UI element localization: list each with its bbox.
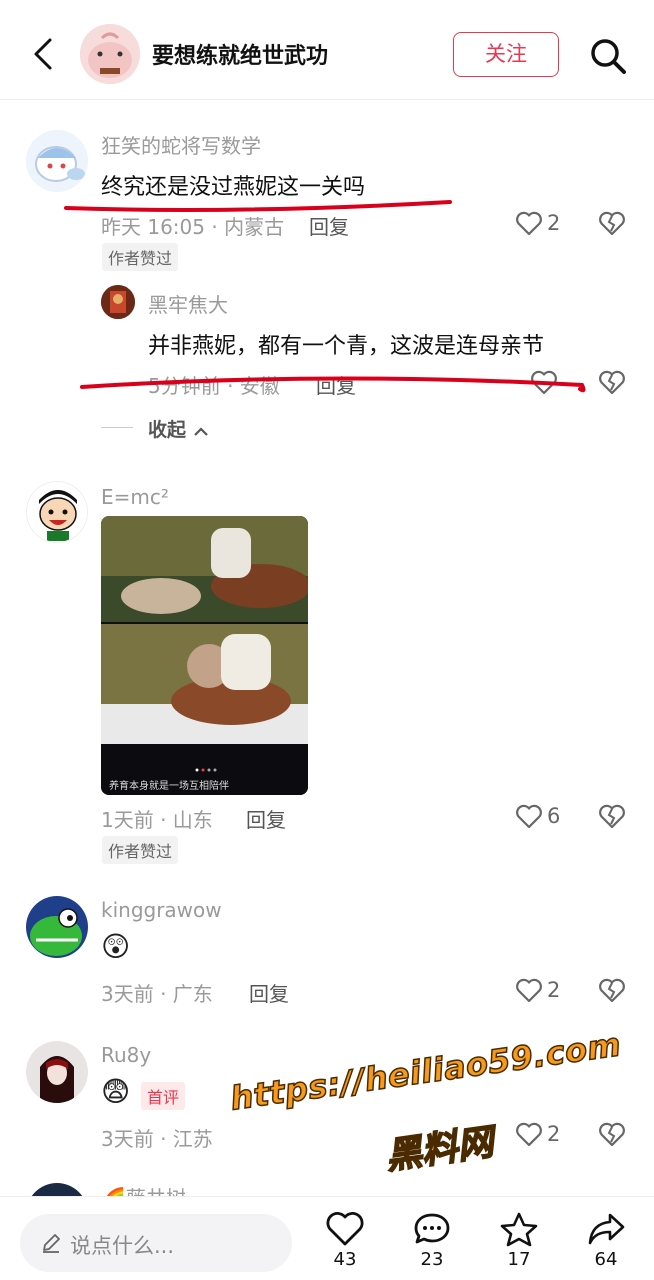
broken-heart-icon[interactable] (598, 802, 626, 830)
input-placeholder: 说点什么... (70, 1234, 175, 1258)
follow-button[interactable]: 关注 (453, 32, 559, 77)
comment-username[interactable]: E=mc² (101, 485, 169, 509)
share-icon (588, 1213, 625, 1245)
author-avatar[interactable] (80, 24, 140, 84)
comment-text: 终究还是没过燕妮这一关吗 (101, 175, 366, 200)
share-button[interactable]: 64 (581, 1211, 631, 1280)
avatar[interactable] (26, 896, 88, 958)
broken-heart-icon[interactable] (598, 976, 626, 1004)
author-liked-badge: 作者赞过 (102, 836, 179, 864)
comment-username[interactable]: kinggrawow (101, 898, 222, 922)
like-count: 6 (547, 804, 561, 828)
star-icon (500, 1212, 538, 1247)
heart-icon[interactable] (515, 1121, 543, 1147)
comment-meta: 3天前 · 江苏 (101, 1127, 213, 1151)
avatar[interactable] (26, 481, 88, 543)
comment-username[interactable]: Ru8y (101, 1043, 151, 1067)
reply-text: 并非燕妮，都有一个青，这波是连母亲节 (148, 334, 545, 359)
reply-button[interactable]: 回复 (316, 370, 356, 399)
emoji-surprised-icon: 😲 (101, 930, 131, 963)
broken-heart-icon[interactable] (598, 1120, 626, 1148)
reply-button[interactable]: 回复 (246, 804, 286, 833)
author-liked-badge: 作者赞过 (102, 243, 179, 271)
favorite-count: 17 (507, 1249, 531, 1270)
comment-meta: 昨天 16:05 · 内蒙古 (101, 215, 285, 239)
divider (101, 427, 133, 428)
back-icon[interactable] (28, 36, 58, 72)
pencil-icon (43, 1234, 60, 1253)
first-comment-badge: 首评 (141, 1082, 186, 1110)
page-title: 要想练就绝世武功 (152, 44, 329, 69)
heart-icon[interactable] (515, 210, 543, 236)
like-count: 2 (547, 211, 561, 235)
comment-input[interactable]: 说点什么... (20, 1214, 292, 1272)
comment-meta: 1天前 · 山东 (101, 808, 213, 832)
comment-count: 23 (420, 1249, 444, 1270)
avatar[interactable] (26, 130, 88, 192)
like-button[interactable]: 43 (320, 1211, 370, 1280)
heart-icon (326, 1212, 364, 1246)
bottom-action-bar: 说点什么... 43 23 17 64 (0, 1196, 654, 1280)
avatar[interactable] (101, 285, 135, 319)
collapse-replies-button[interactable]: 收起 (148, 415, 209, 442)
reply-button[interactable]: 回复 (249, 978, 289, 1007)
like-count: 43 (333, 1249, 357, 1270)
comment-button[interactable]: 23 (407, 1211, 457, 1280)
like-count: 2 (547, 978, 561, 1002)
reply-button[interactable]: 回复 (309, 211, 349, 240)
comment-username[interactable]: 狂笑的蛇将写数学 (101, 130, 261, 159)
chevron-up-icon (193, 426, 208, 436)
comment-bubble-icon (414, 1213, 450, 1244)
reply-meta: 5分钟前 · 安徽 (148, 374, 280, 398)
heart-icon[interactable] (515, 977, 543, 1003)
watermark-name: 黑料网 (383, 1121, 497, 1178)
like-count: 2 (547, 1122, 561, 1146)
emoji-fearful-icon: 😨 (101, 1075, 131, 1108)
comment-meta: 3天前 · 广东 (101, 982, 213, 1006)
collapse-label: 收起 (148, 419, 187, 441)
comment-image[interactable]: 养育本身就是一场互相陪伴 (101, 516, 308, 795)
top-bar: 要想练就绝世武功 关注 (0, 0, 654, 100)
watermark-url: https://heiliao59.com (227, 1024, 624, 1118)
heart-icon[interactable] (530, 369, 558, 395)
broken-heart-icon[interactable] (598, 368, 626, 396)
share-count: 64 (594, 1249, 618, 1270)
avatar[interactable] (26, 1041, 88, 1103)
reply-username[interactable]: 黑牢焦大 (148, 289, 228, 318)
image-caption: 养育本身就是一场互相陪伴 (109, 781, 229, 792)
favorite-button[interactable]: 17 (494, 1211, 544, 1280)
broken-heart-icon[interactable] (598, 209, 626, 237)
search-icon[interactable] (588, 36, 628, 76)
heart-icon[interactable] (515, 803, 543, 829)
